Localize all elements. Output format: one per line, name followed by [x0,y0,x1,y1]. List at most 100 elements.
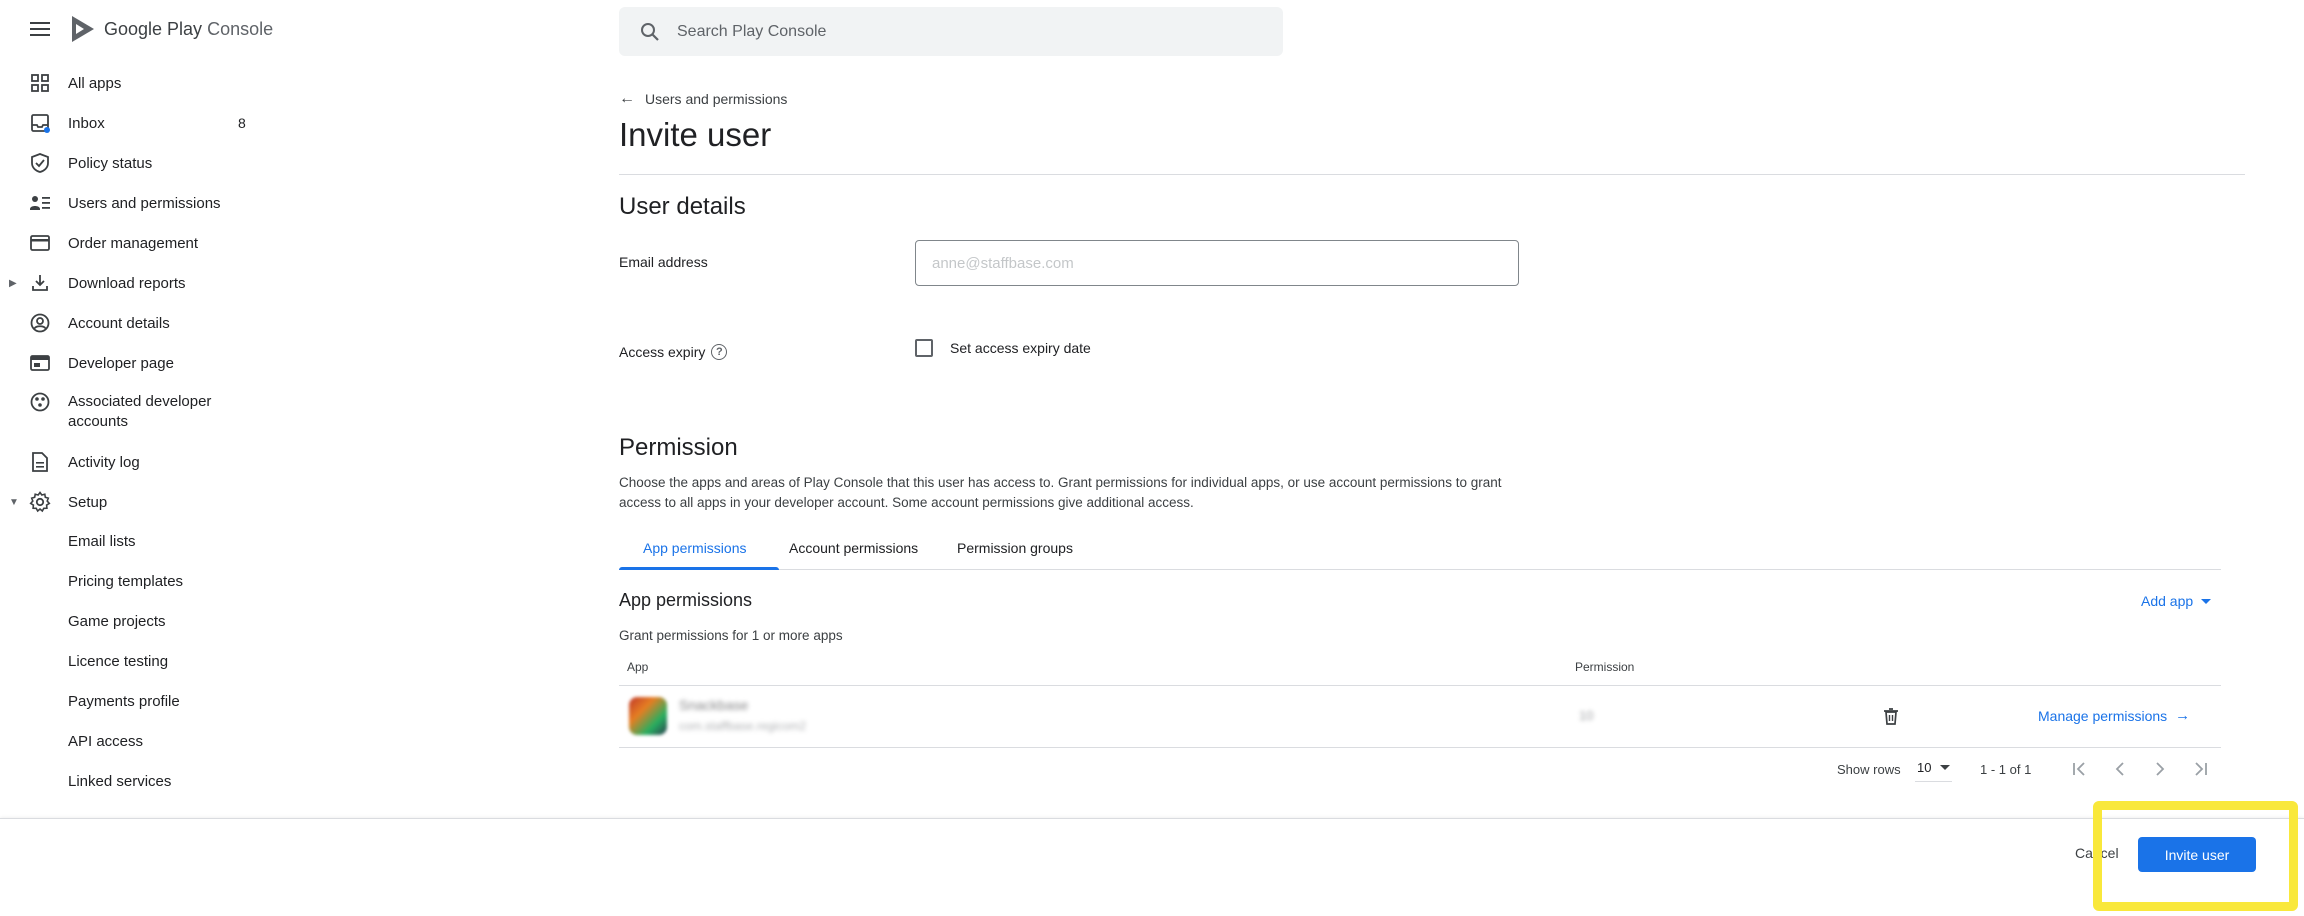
tab-permission-groups[interactable]: Permission groups [957,534,1073,570]
sidebar-item-account-details[interactable]: Account details [0,303,280,343]
sidebar-item-developer-page[interactable]: Developer page [0,343,280,383]
dropdown-arrow-icon [2201,598,2212,604]
inbox-count-badge: 8 [238,115,246,131]
logo-text-google: Google Play [104,18,203,39]
logo-text-console: Console [207,18,274,39]
link-accounts-icon [28,390,52,414]
pagination-range: 1 - 1 of 1 [1980,762,2032,777]
sidebar-item-download-reports[interactable]: ▶ Download reports [0,263,280,303]
sidebar-item-label: Associated developer accounts [68,393,212,430]
first-page-icon[interactable] [2068,757,2092,781]
delete-icon[interactable] [1881,706,1901,726]
sidebar-item-label: Download reports [68,274,186,292]
expand-caret-icon[interactable]: ▶ [9,278,17,289]
sidebar-item-users-and-permissions[interactable]: Users and permissions [0,183,280,223]
column-header-app: App [627,660,649,674]
rows-per-page-select[interactable]: 10 [1915,760,1953,782]
app-icon [629,697,667,735]
tab-app-permissions[interactable]: App permissions [643,534,747,570]
sidebar-item-label: Developer page [68,354,174,372]
app-name: Snackbase [679,697,749,713]
dropdown-arrow-icon [1940,765,1951,770]
invite-user-button[interactable]: Invite user [2138,837,2256,872]
sidebar-subitem-licence-testing[interactable]: Licence testing [68,653,168,670]
manage-permissions-link[interactable]: Manage permissions → [2038,707,2190,724]
breadcrumb: Users and permissions [645,91,788,107]
access-expiry-text: Access expiry [619,344,706,360]
permission-heading: Permission [619,434,738,461]
app-package-name: com.staffbase.regicom2 [679,719,807,733]
app-permissions-heading: App permissions [619,590,753,610]
sidebar-item-label: Activity log [68,453,140,471]
last-page-icon[interactable] [2188,757,2212,781]
sidebar-subitem-linked-services[interactable]: Linked services [68,773,171,790]
sidebar-item-label: Setup [68,493,108,511]
gear-icon [28,490,52,514]
cancel-button[interactable]: Cancel [2075,845,2119,861]
app-permissions-description: Grant permissions for 1 or more apps [619,628,843,643]
arrow-back-icon: ← [619,90,635,107]
download-icon [28,271,52,295]
back-to-users-link[interactable]: ← Users and permissions [619,90,787,108]
help-icon[interactable]: ? [711,344,728,360]
inbox-icon [28,111,52,135]
sidebar: Google Play Console All apps Inbox 8 Pol… [0,0,280,818]
access-expiry-checkbox[interactable] [915,339,933,357]
sidebar-subitem-pricing-templates[interactable]: Pricing templates [68,573,183,590]
add-app-label: Add app [2141,593,2194,609]
google-play-console-logo[interactable]: Google Play Console [68,14,273,44]
sidebar-item-associated-developer-accounts[interactable]: Associated developer accounts [0,390,280,434]
account-icon [28,311,52,335]
rows-per-page-value: 10 [1917,760,1932,775]
access-expiry-label: Access expiry ? [619,344,728,360]
sidebar-item-setup[interactable]: ▼ Setup [0,482,280,522]
title-divider [619,174,2245,175]
user-details-heading: User details [619,193,746,220]
column-header-permission: Permission [1575,660,1635,674]
permission-count: 10 [1579,708,1594,723]
card-icon [28,231,52,255]
sidebar-item-label: Account details [68,314,170,332]
active-tab-indicator [619,567,779,570]
manage-permissions-label: Manage permissions [2038,707,2168,724]
sidebar-item-policy-status[interactable]: Policy status [0,143,280,183]
collapse-caret-icon[interactable]: ▼ [9,497,19,508]
search-bar[interactable] [619,7,1283,56]
sidebar-subitem-game-projects[interactable]: Game projects [68,613,166,630]
email-label: Email address [619,254,708,270]
arrow-forward-icon: → [2175,707,2191,724]
sidebar-subitem-api-access[interactable]: API access [68,733,143,750]
sidebar-subitem-payments-profile[interactable]: Payments profile [68,693,180,710]
next-page-icon[interactable] [2148,757,2172,781]
previous-page-icon[interactable] [2108,757,2132,781]
email-field[interactable] [915,240,1519,286]
web-page-icon [28,351,52,375]
document-icon [28,450,52,474]
sidebar-item-label: Order management [68,234,199,252]
grid-icon [28,71,52,95]
sidebar-item-inbox[interactable]: Inbox 8 [0,103,280,143]
tab-account-permissions[interactable]: Account permissions [789,534,918,570]
sidebar-item-activity-log[interactable]: Activity log [0,442,280,482]
add-app-button[interactable]: Add app [2141,593,2212,609]
sidebar-item-label: Inbox [68,114,105,132]
sidebar-item-label: Users and permissions [68,194,221,212]
search-icon [641,22,659,41]
sidebar-item-order-management[interactable]: Order management [0,223,280,263]
table-header: App Permission [619,660,2221,686]
sidebar-subitem-email-lists[interactable]: Email lists [68,533,136,550]
sidebar-item-all-apps[interactable]: All apps [0,63,280,103]
permission-description: Choose the apps and areas of Play Consol… [619,475,1502,510]
page-title: Invite user [619,116,772,153]
access-expiry-checkbox-row[interactable]: Set access expiry date [915,339,1091,357]
search-input[interactable] [677,22,1237,41]
users-icon [28,191,52,215]
menu-icon[interactable] [26,18,54,42]
sidebar-item-label: Policy status [68,154,153,172]
sidebar-item-label: All apps [68,74,122,92]
show-rows-label: Show rows [1837,762,1901,777]
permission-tabs: App permissions Account permissions Perm… [619,534,2221,570]
access-expiry-checkbox-label: Set access expiry date [950,340,1091,356]
table-row: Snackbase com.staffbase.regicom2 10 Mana… [619,686,2221,748]
play-console-logo-icon [72,16,94,42]
